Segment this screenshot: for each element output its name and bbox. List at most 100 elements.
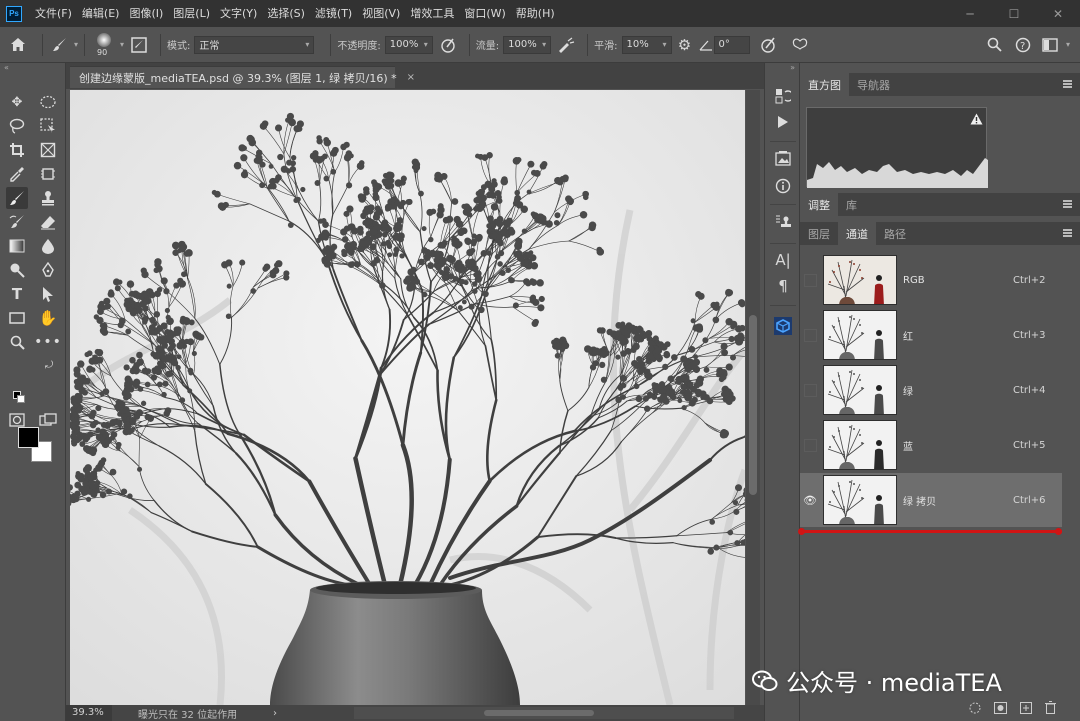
paragraph-icon[interactable]: ¶ xyxy=(771,275,795,297)
new-channel-icon[interactable] xyxy=(1020,701,1032,717)
object-select-tool-icon[interactable] xyxy=(37,115,59,137)
workspace-icon[interactable] xyxy=(1037,37,1063,52)
angle-field[interactable]: 0° xyxy=(713,35,750,54)
crop-tool-icon[interactable] xyxy=(6,139,28,161)
zoom-tool-icon[interactable] xyxy=(6,331,28,353)
load-channel-selection-icon[interactable] xyxy=(969,702,981,717)
menu-image[interactable]: 图像(I) xyxy=(124,0,168,27)
brush-preset-picker[interactable]: 90 xyxy=(91,30,117,60)
menu-filter[interactable]: 滤镜(T) xyxy=(310,0,357,27)
quick-mask-icon[interactable] xyxy=(6,409,28,431)
menu-view[interactable]: 视图(V) xyxy=(357,0,405,27)
tab-libraries[interactable]: 库 xyxy=(838,193,865,216)
search-icon[interactable] xyxy=(981,37,1009,52)
hand-tool-icon[interactable]: ✋ xyxy=(37,307,59,329)
tab-channels[interactable]: 通道 xyxy=(838,222,876,245)
panel-menu-icon[interactable] xyxy=(1063,229,1072,237)
channel-row[interactable]: 红 Ctrl+3 xyxy=(800,308,1062,362)
tab-histogram[interactable]: 直方图 xyxy=(800,73,849,96)
status-menu-arrow-icon[interactable]: › xyxy=(273,708,277,719)
close-icon[interactable]: ✕ xyxy=(1036,0,1080,27)
visibility-toggle[interactable] xyxy=(800,418,820,472)
chevron-down-icon[interactable]: ▾ xyxy=(74,40,78,49)
menu-type[interactable]: 文字(Y) xyxy=(215,0,262,27)
help-icon[interactable]: ? xyxy=(1009,37,1037,53)
airbrush-icon[interactable] xyxy=(551,37,581,53)
dodge-tool-icon[interactable] xyxy=(6,259,28,281)
restore-icon[interactable]: ☐ xyxy=(992,0,1036,27)
delete-channel-trash-icon[interactable] xyxy=(1045,701,1056,717)
stamp-tool-icon[interactable] xyxy=(37,187,59,209)
tab-navigator[interactable]: 导航器 xyxy=(849,73,898,96)
eraser-tool-icon[interactable] xyxy=(37,211,59,233)
eyedropper-tool-icon[interactable] xyxy=(6,163,28,185)
type-tool-icon[interactable]: T xyxy=(6,283,28,305)
lasso-tool-icon[interactable] xyxy=(6,115,28,137)
scroll-thumb[interactable] xyxy=(484,710,594,716)
info-icon[interactable] xyxy=(771,175,795,197)
pen-tool-icon[interactable] xyxy=(37,259,59,281)
opacity-field[interactable]: 100% ▾ xyxy=(384,35,433,54)
brush-tool-icon[interactable] xyxy=(6,187,28,209)
panel-menu-icon[interactable] xyxy=(1063,200,1072,208)
character-icon[interactable]: A| xyxy=(771,249,795,271)
tab-adjustments[interactable]: 调整 xyxy=(800,193,838,216)
flow-field[interactable]: 100% ▾ xyxy=(503,35,552,54)
clone-source-icon[interactable] xyxy=(771,211,795,233)
collapse-icon[interactable]: « xyxy=(4,63,9,72)
menu-edit[interactable]: 编辑(E) xyxy=(77,0,125,27)
chevron-down-icon[interactable]: ▾ xyxy=(1066,40,1070,49)
pressure-opacity-icon[interactable] xyxy=(433,37,463,53)
actions-play-icon[interactable] xyxy=(771,111,795,133)
plugin-cube-icon[interactable] xyxy=(771,315,795,337)
menu-select[interactable]: 选择(S) xyxy=(262,0,310,27)
channel-row[interactable]: 👁 绿 拷贝 Ctrl+6 xyxy=(800,473,1062,527)
blur-tool-icon[interactable] xyxy=(37,235,59,257)
visibility-toggle[interactable] xyxy=(800,363,820,417)
swap-colors-icon[interactable]: ⤾ xyxy=(42,358,56,372)
menu-file[interactable]: 文件(F) xyxy=(30,0,77,27)
horizontal-scrollbar[interactable] xyxy=(354,707,734,719)
save-selection-channel-icon[interactable] xyxy=(994,701,1007,717)
smoothing-options-gear-icon[interactable]: ⚙ xyxy=(672,36,698,54)
tab-paths[interactable]: 路径 xyxy=(876,222,914,245)
scroll-thumb[interactable] xyxy=(749,315,757,495)
move-tool-icon[interactable]: ✥ xyxy=(6,91,28,113)
minimize-icon[interactable]: ─ xyxy=(948,0,992,27)
symmetry-butterfly-icon[interactable] xyxy=(786,38,814,52)
visibility-toggle[interactable]: 👁 xyxy=(800,473,820,527)
default-colors-icon[interactable] xyxy=(12,390,26,404)
properties-icon[interactable] xyxy=(771,147,795,169)
menu-plugins[interactable]: 增效工具 xyxy=(405,0,459,27)
visibility-toggle[interactable] xyxy=(800,308,820,362)
screen-mode-icon[interactable] xyxy=(37,409,59,431)
visibility-toggle[interactable] xyxy=(800,253,820,307)
ruler-tool-icon[interactable] xyxy=(37,163,59,185)
cache-warning-icon[interactable] xyxy=(970,113,983,128)
channel-row[interactable]: 绿 Ctrl+4 xyxy=(800,363,1062,417)
document-tab[interactable]: 创建边缘蒙版_mediaTEA.psd @ 39.3% (图层 1, 绿 拷贝/… xyxy=(70,66,415,88)
history-icon[interactable] xyxy=(771,85,795,107)
gradient-tool-icon[interactable] xyxy=(6,235,28,257)
brush-settings-icon[interactable] xyxy=(124,36,154,53)
history-brush-tool-icon[interactable] xyxy=(6,211,28,233)
channel-row[interactable]: RGB Ctrl+2 xyxy=(800,253,1062,307)
smoothing-field[interactable]: 10% ▾ xyxy=(621,35,672,54)
more-tools-icon[interactable]: ••• xyxy=(34,331,61,353)
frame-tool-icon[interactable] xyxy=(37,139,59,161)
document-canvas[interactable] xyxy=(70,90,745,705)
menu-help[interactable]: 帮助(H) xyxy=(511,0,560,27)
marquee-tool-icon[interactable] xyxy=(37,91,59,113)
mode-select[interactable]: 正常 ▾ xyxy=(194,35,315,54)
tab-layers[interactable]: 图层 xyxy=(800,222,838,245)
collapse-icon[interactable]: » xyxy=(790,63,795,72)
brush-tool-icon[interactable] xyxy=(49,37,71,53)
vertical-scrollbar[interactable] xyxy=(746,90,760,705)
rectangle-tool-icon[interactable] xyxy=(6,307,28,329)
close-tab-icon[interactable]: × xyxy=(407,72,415,83)
path-selection-tool-icon[interactable] xyxy=(37,283,59,305)
zoom-level-field[interactable]: 39.3% xyxy=(66,705,112,721)
menu-window[interactable]: 窗口(W) xyxy=(459,0,510,27)
panel-menu-icon[interactable] xyxy=(1063,80,1072,88)
pressure-size-icon[interactable] xyxy=(750,37,786,53)
